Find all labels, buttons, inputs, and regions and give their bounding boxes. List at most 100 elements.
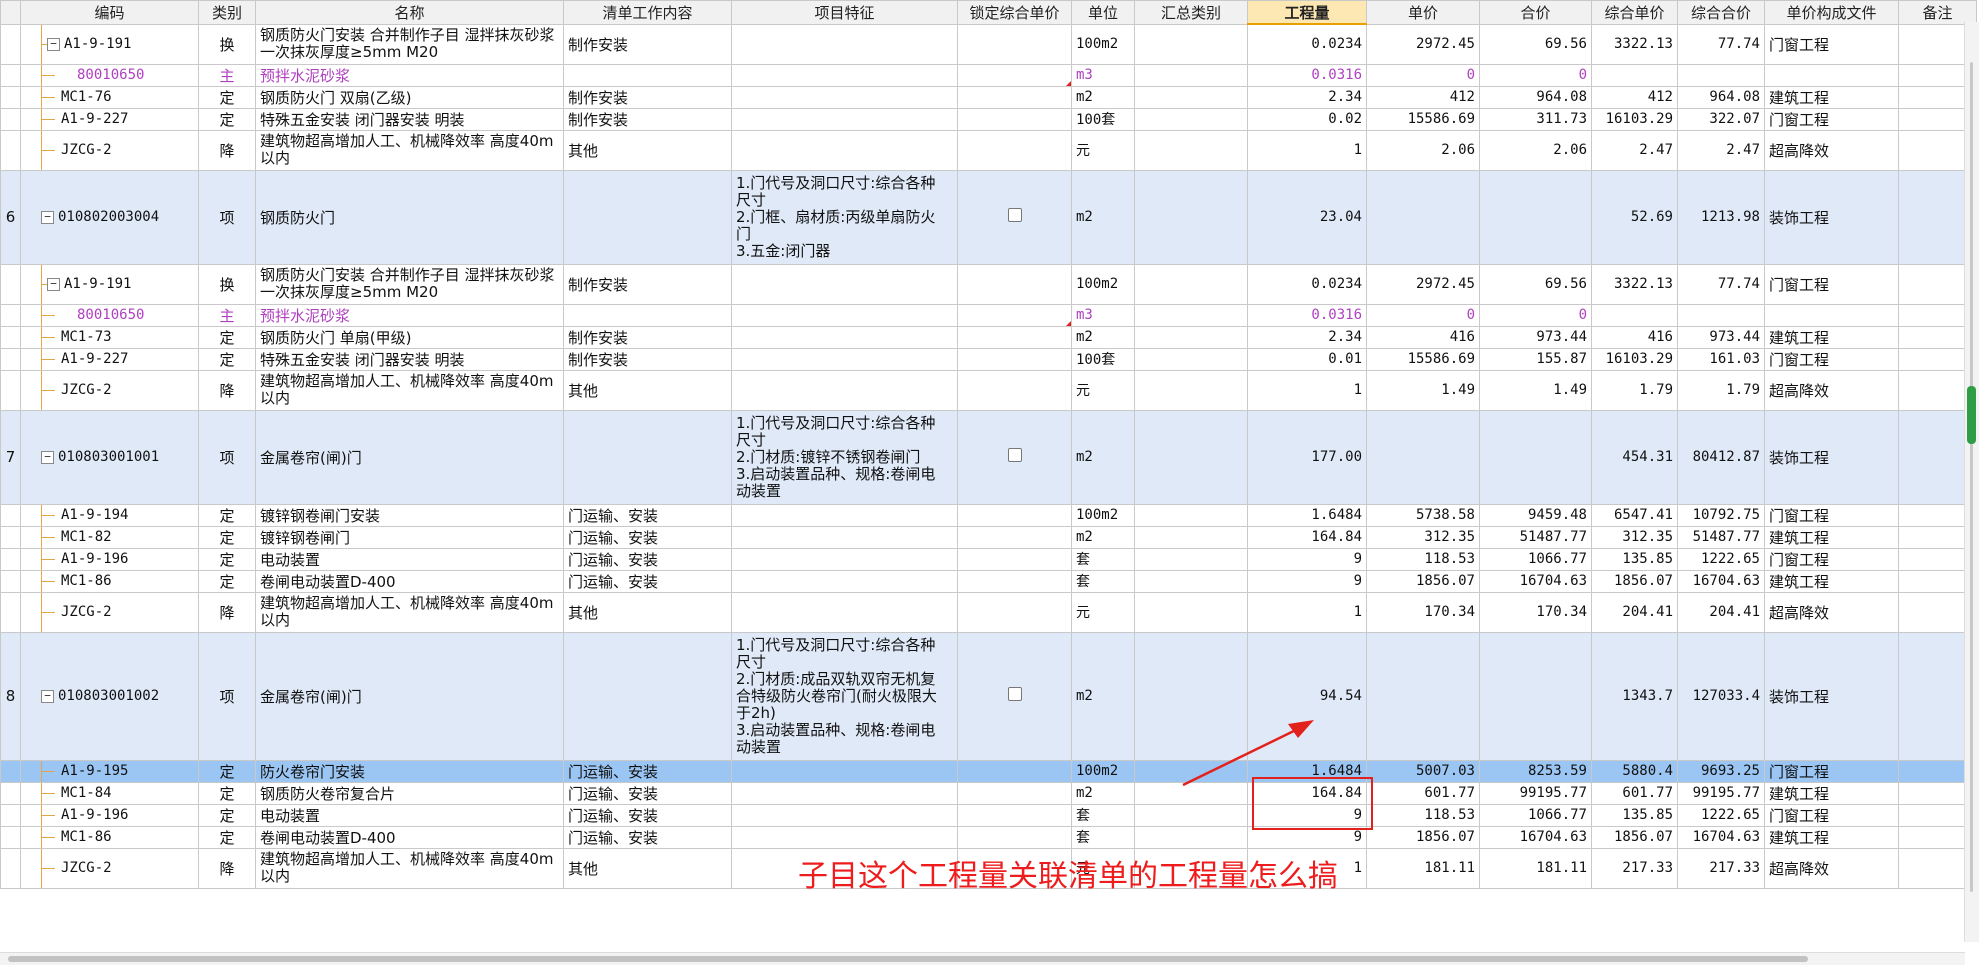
name-cell[interactable]: 建筑物超高增加人工、机械降效率 高度40m以内 [255, 591, 564, 633]
summary-cell[interactable] [1134, 63, 1248, 87]
name-cell[interactable]: 钢质防火门 [255, 169, 564, 265]
code-cell[interactable]: 80010650 [20, 303, 199, 327]
name-cell[interactable]: 预拌水泥砂浆 [255, 303, 564, 327]
summary-cell[interactable] [1134, 129, 1248, 171]
col-header-total-comp[interactable]: 综合合价 [1677, 0, 1765, 25]
table-row[interactable]: A1-9-227 定特殊五金安装 闭门器安装 明装 制作安装 100套 0.02 1558… [0, 107, 1977, 131]
feature-cell[interactable]: 1.门代号及洞口尺寸:综合各种 尺寸 2.门材质:镀锌不锈钢卷闸门 3.启动装置品种、… [731, 409, 958, 505]
qty-cell[interactable]: 0.0234 [1247, 263, 1367, 305]
total-cell[interactable] [1479, 409, 1592, 505]
col-header-unit[interactable]: 单位 [1071, 0, 1135, 25]
lock-cell[interactable] [957, 503, 1072, 527]
unit-comp-cell[interactable]: 454.31 [1591, 409, 1678, 505]
total-cell[interactable]: 311.73 [1479, 107, 1592, 131]
total-comp-cell[interactable]: 2.47 [1677, 129, 1765, 171]
unit-cell[interactable]: 100套 [1071, 107, 1135, 131]
table-row[interactable]: 80010650 主预拌水泥砂浆 m3 0.0316 0 0 [0, 63, 1977, 87]
table-row[interactable]: MC1-73 定钢质防火门 单扇(甲级) 制作安装 m2 2.34 416 973.44 41… [0, 325, 1977, 349]
lock-cell[interactable] [957, 759, 1072, 783]
file-cell[interactable]: 门窗工程 [1764, 759, 1899, 783]
qty-cell[interactable]: 23.04 [1247, 169, 1367, 265]
lock-cell[interactable] [957, 547, 1072, 571]
price-cell[interactable] [1366, 631, 1480, 761]
content-cell[interactable] [563, 409, 732, 505]
unit-cell[interactable]: m3 [1071, 303, 1135, 327]
summary-cell[interactable] [1134, 503, 1248, 527]
total-cell[interactable]: 16704.63 [1479, 569, 1592, 593]
feature-cell[interactable] [731, 503, 958, 527]
row-index[interactable]: 8 [0, 631, 21, 761]
row-index[interactable] [0, 525, 21, 549]
file-cell[interactable]: 装饰工程 [1764, 169, 1899, 265]
file-cell[interactable]: 门窗工程 [1764, 803, 1899, 827]
total-comp-cell[interactable]: 127033.4 [1677, 631, 1765, 761]
code-cell[interactable]: −010803001001 [20, 409, 199, 505]
price-cell[interactable]: 1.49 [1366, 369, 1480, 411]
qty-cell[interactable]: 2.34 [1247, 85, 1367, 109]
name-cell[interactable]: 钢质防火门 双扇(乙级) [255, 85, 564, 109]
type-cell[interactable]: 降 [198, 369, 256, 411]
file-cell[interactable] [1764, 63, 1899, 87]
col-header-qty[interactable]: 工程量 [1247, 0, 1367, 25]
type-cell[interactable]: 定 [198, 547, 256, 571]
summary-cell[interactable] [1134, 85, 1248, 109]
lock-cell[interactable] [957, 347, 1072, 371]
content-cell[interactable]: 制作安装 [563, 263, 732, 305]
table-row[interactable]: JZCG-2 降建筑物超高增加人工、机械降效率 高度40m以内 其他元 1 1.49 1.… [0, 369, 1977, 411]
total-comp-cell[interactable]: 80412.87 [1677, 409, 1765, 505]
total-comp-cell[interactable]: 10792.75 [1677, 503, 1765, 527]
bill-row[interactable]: 8−010803001002 项金属卷帘(闸)门 1.门代号及洞口尺寸:综合各种 尺寸… [0, 631, 1977, 761]
name-cell[interactable]: 防火卷帘门安装 [255, 759, 564, 783]
total-comp-cell[interactable] [1677, 63, 1765, 87]
code-cell[interactable]: − A1-9-191 [20, 263, 199, 305]
content-cell[interactable]: 门运输、安装 [563, 547, 732, 571]
summary-cell[interactable] [1134, 325, 1248, 349]
code-cell[interactable]: 80010650 [20, 63, 199, 87]
type-cell[interactable]: 定 [198, 85, 256, 109]
unit-cell[interactable]: 100m2 [1071, 759, 1135, 783]
price-cell[interactable]: 2.06 [1366, 129, 1480, 171]
unit-cell[interactable]: m2 [1071, 631, 1135, 761]
row-index[interactable] [0, 325, 21, 349]
unit-comp-cell[interactable]: 312.35 [1591, 525, 1678, 549]
unit-comp-cell[interactable]: 6547.41 [1591, 503, 1678, 527]
qty-cell[interactable]: 0.0316 [1247, 63, 1367, 87]
name-cell[interactable]: 钢质防火门 单扇(甲级) [255, 325, 564, 349]
file-cell[interactable]: 装饰工程 [1764, 409, 1899, 505]
name-cell[interactable]: 金属卷帘(闸)门 [255, 631, 564, 761]
content-cell[interactable]: 制作安装 [563, 107, 732, 131]
unit-cell[interactable]: 元 [1071, 129, 1135, 171]
lock-cell[interactable] [957, 263, 1072, 305]
row-index[interactable] [0, 847, 21, 889]
col-header-code[interactable]: 编码 [20, 0, 199, 25]
content-cell[interactable] [563, 169, 732, 265]
bill-row[interactable]: 6−010802003004 项钢质防火门 1.门代号及洞口尺寸:综合各种 尺寸 2.门… [0, 169, 1977, 265]
code-cell[interactable]: JZCG-2 [20, 847, 199, 889]
file-cell[interactable]: 门窗工程 [1764, 347, 1899, 371]
name-cell[interactable]: 镀锌钢卷闸门安装 [255, 503, 564, 527]
table-row[interactable]: JZCG-2 降建筑物超高增加人工、机械降效率 高度40m以内 其他元 1 2.06 2.… [0, 129, 1977, 171]
name-cell[interactable]: 特殊五金安装 闭门器安装 明装 [255, 107, 564, 131]
price-cell[interactable]: 118.53 [1366, 803, 1480, 827]
summary-cell[interactable] [1134, 369, 1248, 411]
qty-cell[interactable]: 164.84 [1247, 525, 1367, 549]
total-comp-cell[interactable]: 51487.77 [1677, 525, 1765, 549]
unit-cell[interactable]: m2 [1071, 85, 1135, 109]
name-cell[interactable]: 金属卷帘(闸)门 [255, 409, 564, 505]
unit-comp-cell[interactable]: 3322.13 [1591, 23, 1678, 65]
price-cell[interactable]: 181.11 [1366, 847, 1480, 889]
name-cell[interactable]: 卷闸电动装置D-400 [255, 569, 564, 593]
lock-cell[interactable] [957, 781, 1072, 805]
table-row[interactable]: MC1-82 定镀锌钢卷闸门 门运输、安装 m2 164.84 312.35 51487.7… [0, 525, 1977, 549]
price-cell[interactable]: 1856.07 [1366, 569, 1480, 593]
checkbox-icon[interactable] [1007, 687, 1022, 701]
price-cell[interactable]: 1856.07 [1366, 825, 1480, 849]
total-comp-cell[interactable]: 973.44 [1677, 325, 1765, 349]
qty-cell[interactable]: 94.54 [1247, 631, 1367, 761]
name-cell[interactable]: 镀锌钢卷闸门 [255, 525, 564, 549]
content-cell[interactable]: 门运输、安装 [563, 503, 732, 527]
table-row[interactable]: JZCG-2 降建筑物超高增加人工、机械降效率 高度40m以内 其他元 1 170.34… [0, 591, 1977, 633]
unit-cell[interactable]: m2 [1071, 325, 1135, 349]
content-cell[interactable]: 门运输、安装 [563, 569, 732, 593]
total-cell[interactable]: 170.34 [1479, 591, 1592, 633]
